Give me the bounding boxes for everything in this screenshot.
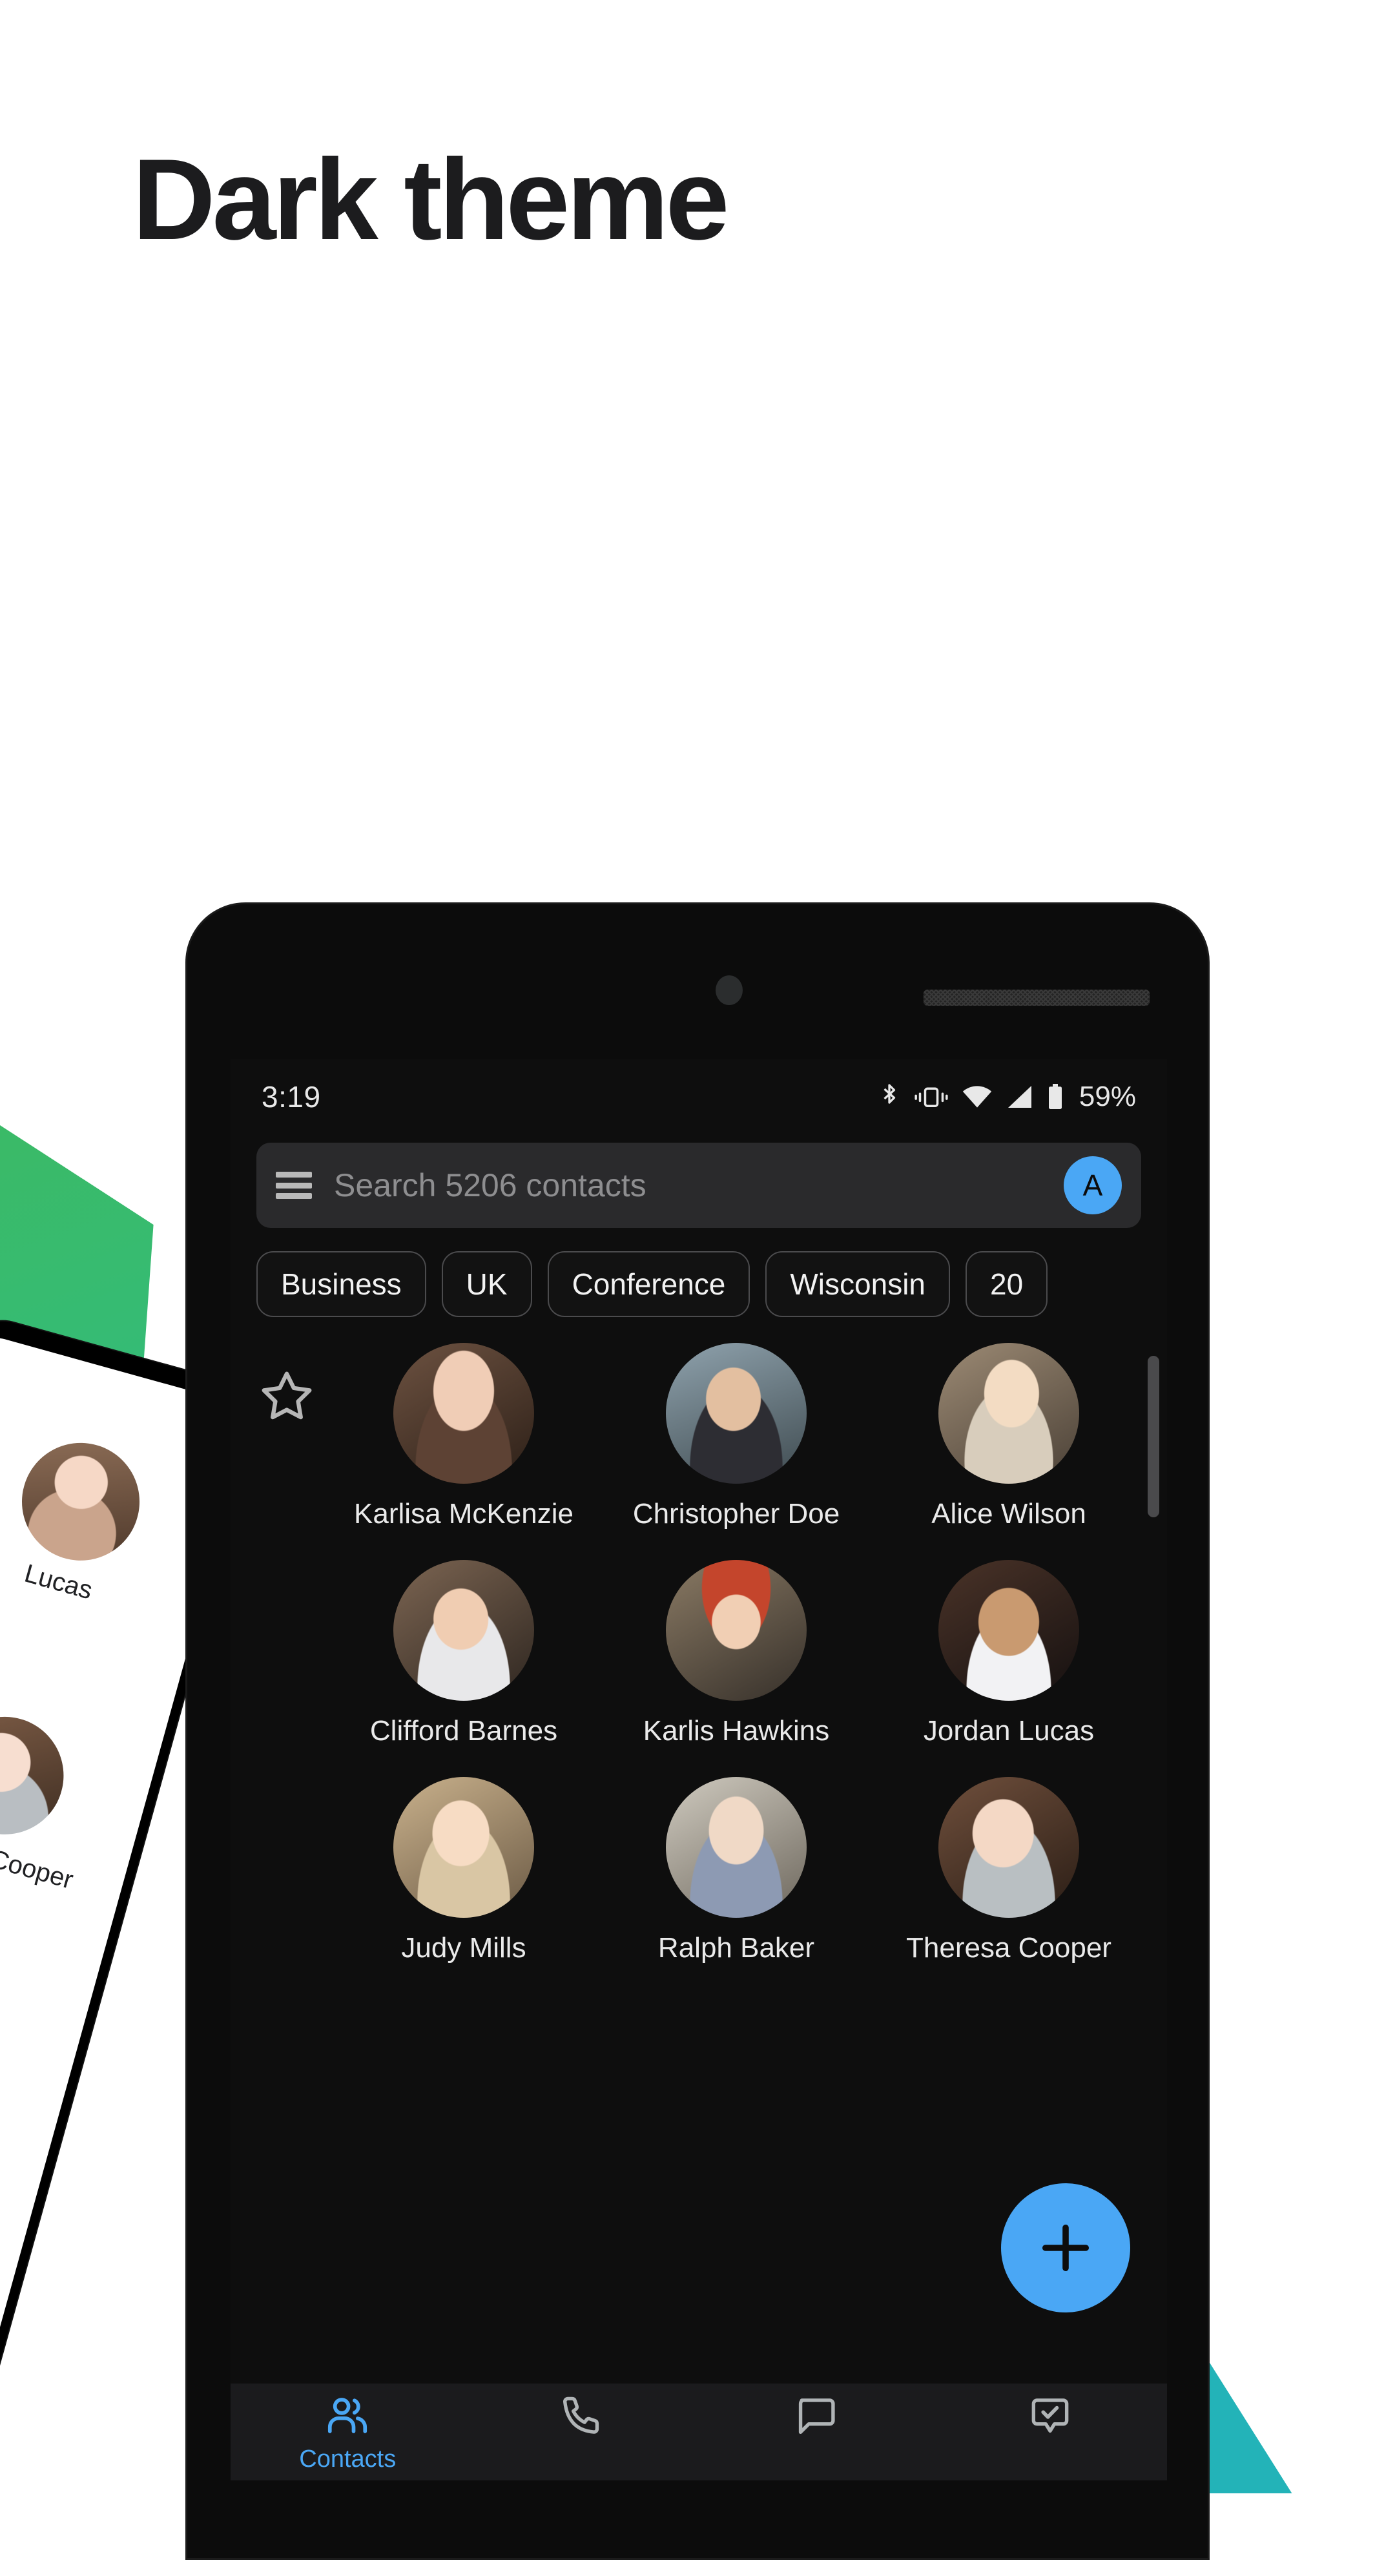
contact-cell[interactable]: Karlis Hawkins <box>600 1560 873 1747</box>
account-avatar[interactable]: A <box>1064 1156 1122 1214</box>
avatar[interactable] <box>938 1777 1079 1918</box>
search-bar[interactable]: Search 5206 contacts A <box>256 1143 1141 1228</box>
add-contact-fab[interactable] <box>1001 2183 1130 2312</box>
avatar[interactable] <box>393 1560 534 1701</box>
search-input[interactable]: Search 5206 contacts <box>334 1167 1064 1204</box>
filter-chip[interactable]: 20 <box>966 1251 1048 1317</box>
contact-cell[interactable]: Theresa Cooper <box>873 1777 1145 1964</box>
avatar[interactable] <box>666 1560 807 1701</box>
favorites-star-icon[interactable] <box>258 1367 316 1426</box>
contact-cell[interactable]: Alice Wilson <box>873 1343 1145 1530</box>
contact-name: Karlisa McKenzie <box>354 1498 574 1530</box>
avatar <box>0 1703 78 1848</box>
contact-name: Alice Wilson <box>931 1498 1086 1530</box>
people-icon <box>328 2398 367 2433</box>
avatar[interactable] <box>938 1343 1079 1484</box>
hamburger-menu-icon[interactable] <box>276 1172 312 1199</box>
bottom-navigation: Contacts <box>231 2384 1167 2480</box>
nav-tab-tasks[interactable] <box>933 2391 1168 2446</box>
page-title: Dark theme <box>132 135 730 264</box>
nav-tab-label: Contacts <box>299 2446 397 2473</box>
nav-tab-calls[interactable] <box>465 2391 699 2446</box>
contact-cell[interactable]: Karlisa McKenzie <box>327 1343 600 1530</box>
status-icons: 59% <box>878 1081 1136 1113</box>
contact-name <box>0 2084 46 2161</box>
contacts-grid-wrapper: Karlisa McKenzie Christopher Doe Alice W… <box>231 1343 1167 1964</box>
status-bar: 3:19 59% <box>231 1059 1167 1134</box>
filter-chip[interactable]: Business <box>256 1251 426 1317</box>
front-camera-icon <box>716 975 743 1005</box>
message-bubble-icon <box>799 2398 835 2435</box>
contact-name: Karlis Hawkins <box>643 1715 830 1747</box>
avatar[interactable] <box>393 1777 534 1918</box>
list-item: Theresa Cooper <box>0 1681 158 1908</box>
contact-cell[interactable]: Clifford Barnes <box>327 1560 600 1747</box>
signal-icon <box>1008 1085 1031 1108</box>
nav-tab-contacts[interactable]: Contacts <box>231 2391 465 2473</box>
nav-tab-messages[interactable] <box>699 2391 933 2446</box>
contact-name: Ralph Baker <box>657 1932 815 1964</box>
contact-name: Christopher Doe <box>632 1498 840 1530</box>
filter-chip[interactable]: Wisconsin <box>765 1251 950 1317</box>
contact-name: Clifford Barnes <box>369 1715 558 1747</box>
avatar[interactable] <box>666 1343 807 1484</box>
filter-chips[interactable]: Business UK Conference Wisconsin 20 <box>256 1251 1167 1317</box>
contact-cell[interactable]: Christopher Doe <box>600 1343 873 1530</box>
avatar[interactable] <box>666 1777 807 1918</box>
contact-cell[interactable]: Jordan Lucas <box>873 1560 1145 1747</box>
contact-name: Judy Mills <box>401 1932 526 1964</box>
bubble-check-icon <box>1031 2398 1069 2433</box>
contacts-grid: Karlisa McKenzie Christopher Doe Alice W… <box>327 1343 1145 1964</box>
list-item <box>0 1961 80 2161</box>
contact-name: Jordan Lucas <box>923 1715 1095 1747</box>
contact-name: Theresa Cooper <box>906 1932 1111 1964</box>
status-time: 3:19 <box>262 1079 321 1114</box>
filter-chip[interactable]: UK <box>441 1251 532 1317</box>
plus-icon <box>1042 2224 1090 2272</box>
phone-icon <box>563 2396 599 2434</box>
contact-cell[interactable]: Judy Mills <box>327 1777 600 1964</box>
filter-chip[interactable]: Conference <box>547 1251 750 1317</box>
avatar[interactable] <box>938 1560 1079 1701</box>
battery-icon <box>1048 1083 1062 1109</box>
contact-cell[interactable]: Ralph Baker <box>600 1777 873 1964</box>
earpiece-speaker <box>924 990 1150 1006</box>
scrollbar-thumb[interactable] <box>1148 1356 1159 1517</box>
avatar <box>8 1429 154 1574</box>
wifi-icon <box>962 1085 992 1108</box>
battery-percent: 59% <box>1079 1080 1136 1112</box>
avatar[interactable] <box>393 1343 534 1484</box>
bluetooth-icon <box>884 1083 896 1104</box>
vibrate-icon <box>914 1087 948 1107</box>
